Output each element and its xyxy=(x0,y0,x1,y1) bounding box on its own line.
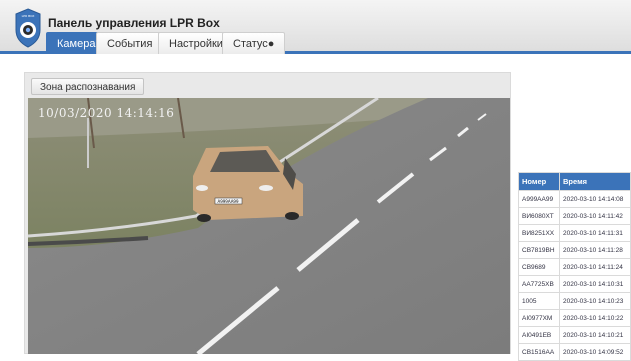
plate-number: AA7725XB xyxy=(518,275,560,293)
plate-time: 2020-03-10 14:14:08 xyxy=(559,190,631,208)
app-title: Панель управления LPR Box xyxy=(48,16,220,30)
plate-time: 2020-03-10 14:10:23 xyxy=(559,292,631,310)
table-row[interactable]: CB1516AA 2020-03-10 14:09:52 xyxy=(518,343,631,361)
table-row[interactable]: 1005 2020-03-10 14:10:23 xyxy=(518,292,631,310)
plate-text: A999AA99 xyxy=(217,199,239,204)
plate-time: 2020-03-10 14:11:28 xyxy=(559,241,631,259)
recognition-zone-button[interactable]: Зона распознавания xyxy=(31,78,145,95)
plate-number: A999AA99 xyxy=(518,190,560,208)
plate-number: BИ8251XX xyxy=(518,224,560,242)
plate-number: CB1516AA xyxy=(518,343,560,361)
plate-time: 2020-03-10 14:10:21 xyxy=(559,326,631,344)
table-row[interactable]: CB9689 2020-03-10 14:11:24 xyxy=(518,258,631,276)
tab-events[interactable]: События xyxy=(96,32,164,54)
table-row[interactable]: AI0491EB 2020-03-10 14:10:21 xyxy=(518,326,631,344)
table-header-row: Номер Время xyxy=(518,172,631,191)
plate-time: 2020-03-10 14:11:42 xyxy=(559,207,631,225)
plate-number: BИ6080XT xyxy=(518,207,560,225)
table-row[interactable]: A999AA99 2020-03-10 14:14:08 xyxy=(518,190,631,208)
table-row[interactable]: BИ6080XT 2020-03-10 14:11:42 xyxy=(518,207,631,225)
column-header-time: Время xyxy=(559,172,631,191)
plate-time: 2020-03-10 14:11:31 xyxy=(559,224,631,242)
camera-timestamp: 10/03/2020 14:14:16 xyxy=(38,106,175,120)
camera-view[interactable]: A999AA99 10/03/2020 14:14:16 xyxy=(28,98,510,354)
recognized-plates-table: Номер Время A999AA99 2020-03-10 14:14:08 … xyxy=(518,172,631,361)
plate-number: 1005 xyxy=(518,292,560,310)
plate-time: 2020-03-10 14:11:24 xyxy=(559,258,631,276)
camera-scene: A999AA99 xyxy=(28,98,510,354)
table-row[interactable]: CB7819BH 2020-03-10 14:11:28 xyxy=(518,241,631,259)
table-row[interactable]: AI0977XM 2020-03-10 14:10:22 xyxy=(518,309,631,327)
plate-number: AI0491EB xyxy=(518,326,560,344)
table-row[interactable]: AA7725XB 2020-03-10 14:10:31 xyxy=(518,275,631,293)
plate-time: 2020-03-10 14:09:52 xyxy=(559,343,631,361)
column-header-number: Номер xyxy=(518,172,560,191)
plate-number: AI0977XM xyxy=(518,309,560,327)
lpr-box-shield-logo: LPR BOX xyxy=(15,8,41,48)
plate-time: 2020-03-10 14:10:31 xyxy=(559,275,631,293)
svg-text:LPR BOX: LPR BOX xyxy=(22,14,35,18)
table-row[interactable]: BИ8251XX 2020-03-10 14:11:31 xyxy=(518,224,631,242)
tab-status[interactable]: Статус● xyxy=(222,32,286,54)
plate-time: 2020-03-10 14:10:22 xyxy=(559,309,631,327)
plate-number: CB7819BH xyxy=(518,241,560,259)
plate-number: CB9689 xyxy=(518,258,560,276)
